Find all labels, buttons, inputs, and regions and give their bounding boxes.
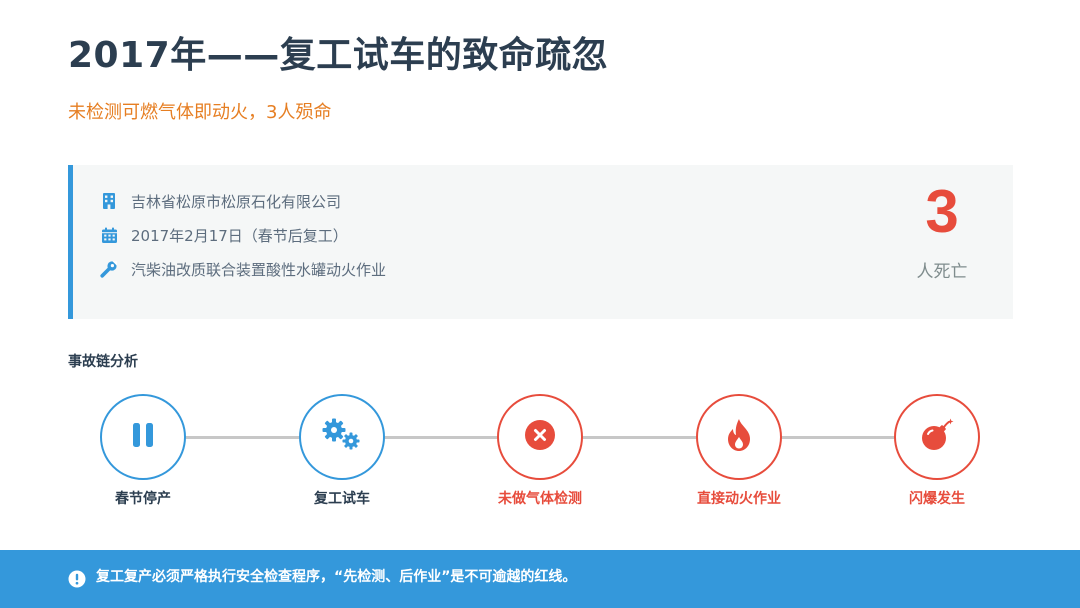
- chain-node-5: [894, 394, 980, 480]
- calendar-icon: [99, 225, 119, 245]
- chain-node-4: [696, 394, 782, 480]
- death-count-label: 人死亡: [916, 262, 968, 282]
- chain-node-label-3: 未做气体检测: [498, 491, 582, 507]
- chain-node-2: [299, 394, 385, 480]
- incident-card: 吉林省松原市松原石化有限公司 2017年2月17日（春节后复工） 汽柴油改质联合…: [68, 165, 1013, 319]
- page-title: 2017年——复工试车的致命疏忽: [68, 35, 609, 76]
- chain-node-1: [100, 394, 186, 480]
- gears-icon: [320, 417, 364, 457]
- info-row-activity: 汽柴油改质联合装置酸性水罐动火作业: [99, 258, 386, 280]
- info-row-company: 吉林省松原市松原石化有限公司: [99, 190, 341, 212]
- chain-section-title: 事故链分析: [68, 354, 138, 370]
- footer-banner: 复工复产必须严格执行安全检查程序，“先检测、后作业”是不可逾越的红线。: [0, 550, 1080, 608]
- chain-node-3: [497, 394, 583, 480]
- incident-date: 2017年2月17日（春节后复工）: [131, 226, 348, 245]
- fire-icon: [726, 418, 752, 456]
- footer-warning-text: 复工复产必须严格执行安全检查程序，“先检测、后作业”是不可逾越的红线。: [96, 569, 577, 585]
- chain-node-label-4: 直接动火作业: [697, 491, 781, 507]
- chain-node-label-1: 春节停产: [115, 491, 171, 507]
- pause-icon: [130, 422, 156, 452]
- building-icon: [99, 191, 119, 211]
- company-name: 吉林省松原市松原石化有限公司: [131, 192, 342, 211]
- exclamation-circle-icon: [68, 570, 86, 588]
- info-row-date: 2017年2月17日（春节后复工）: [99, 224, 348, 246]
- chain-node-label-2: 复工试车: [314, 491, 370, 507]
- death-count: 3: [925, 178, 959, 245]
- bomb-icon: [920, 418, 954, 456]
- chain-node-label-5: 闪爆发生: [909, 491, 965, 507]
- x-circle-icon: [524, 419, 556, 455]
- wrench-icon: [99, 259, 119, 279]
- page-subtitle: 未检测可燃气体即动火，3人殒命: [68, 102, 332, 123]
- activity-desc: 汽柴油改质联合装置酸性水罐动火作业: [131, 260, 387, 279]
